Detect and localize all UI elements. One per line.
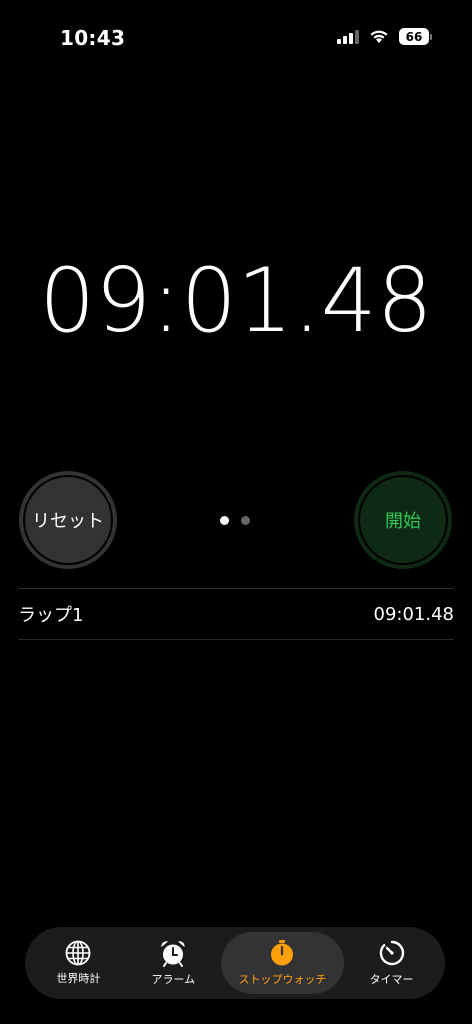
reset-button-label: リセット xyxy=(32,511,104,532)
alarm-clock-icon xyxy=(161,941,185,967)
stopwatch-time-display: 09:01.48 xyxy=(39,249,433,352)
page-dot-1 xyxy=(220,516,229,525)
lap-row: ラップ1 09:01.48 xyxy=(18,589,454,640)
tab-bar: 世界時計 アラーム ストップウォッチ タイマー xyxy=(25,927,445,999)
tab-alarm-label: アラーム xyxy=(151,973,196,986)
status-icons: 66 xyxy=(337,28,432,45)
battery-icon: 66 xyxy=(399,28,432,45)
page-dot-2 xyxy=(241,516,250,525)
tab-world-clock[interactable]: 世界時計 xyxy=(31,932,126,994)
globe-icon xyxy=(66,940,91,966)
cellular-signal-icon xyxy=(337,29,359,44)
start-button-label: 開始 xyxy=(385,511,421,532)
wifi-icon xyxy=(370,30,388,43)
battery-level: 66 xyxy=(399,28,429,45)
start-button[interactable]: 開始 xyxy=(354,471,452,569)
tab-stopwatch[interactable]: ストップウォッチ xyxy=(220,932,345,994)
timer-icon xyxy=(379,940,404,966)
lap-label: ラップ1 xyxy=(18,605,84,626)
status-bar: 10:43 66 xyxy=(0,0,472,60)
tab-alarm[interactable]: アラーム xyxy=(126,932,221,994)
stopwatch-icon xyxy=(271,940,294,966)
tab-world-clock-label: 世界時計 xyxy=(56,972,101,985)
lap-time: 09:01.48 xyxy=(373,603,455,625)
lap-list[interactable]: ラップ1 09:01.48 xyxy=(18,588,454,640)
page-indicator[interactable] xyxy=(220,516,250,525)
tab-timer[interactable]: タイマー xyxy=(344,932,439,994)
reset-button[interactable]: リセット xyxy=(19,471,117,569)
status-time: 10:43 xyxy=(60,26,126,50)
tab-timer-label: タイマー xyxy=(369,973,414,986)
tab-stopwatch-label: ストップウォッチ xyxy=(238,973,327,986)
